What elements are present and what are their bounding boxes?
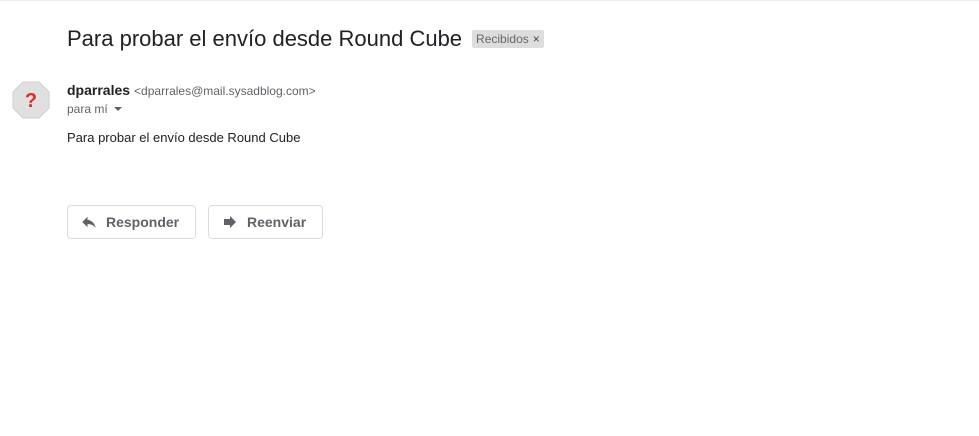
email-view: Para probar el envío desde Round Cube Re… xyxy=(0,0,979,436)
remove-label-icon[interactable]: × xyxy=(533,30,540,48)
recipient-text: para mí xyxy=(67,102,108,116)
sender-line: dparrales <dparrales@mail.sysadblog.com> xyxy=(67,82,316,98)
recipient-line: para mí xyxy=(67,102,316,116)
reply-icon xyxy=(80,212,98,232)
label-chip-text: Recibidos xyxy=(476,32,529,46)
reply-button-label: Responder xyxy=(106,214,180,230)
avatar-glyph: ? xyxy=(25,90,37,112)
sender-email: <dparrales@mail.sysadblog.com> xyxy=(134,84,316,98)
forward-button-label: Reenviar xyxy=(247,214,307,230)
forward-button[interactable]: Reenviar xyxy=(208,205,323,239)
email-body: Para probar el envío desde Round Cube xyxy=(67,130,301,145)
subject-row: Para probar el envío desde Round Cube Re… xyxy=(67,25,544,53)
reply-button[interactable]: Responder xyxy=(67,205,196,239)
sender-block: dparrales <dparrales@mail.sysadblog.com>… xyxy=(67,82,316,116)
email-actions: Responder Reenviar xyxy=(67,205,335,239)
chevron-down-icon[interactable] xyxy=(113,107,122,111)
forward-icon xyxy=(221,212,239,232)
unknown-sender-icon: ? xyxy=(12,81,50,119)
email-subject: Para probar el envío desde Round Cube xyxy=(67,26,463,51)
label-chip-inbox[interactable]: Recibidos × xyxy=(472,30,544,48)
sender-avatar[interactable]: ? xyxy=(12,81,50,119)
sender-name[interactable]: dparrales xyxy=(67,82,130,98)
